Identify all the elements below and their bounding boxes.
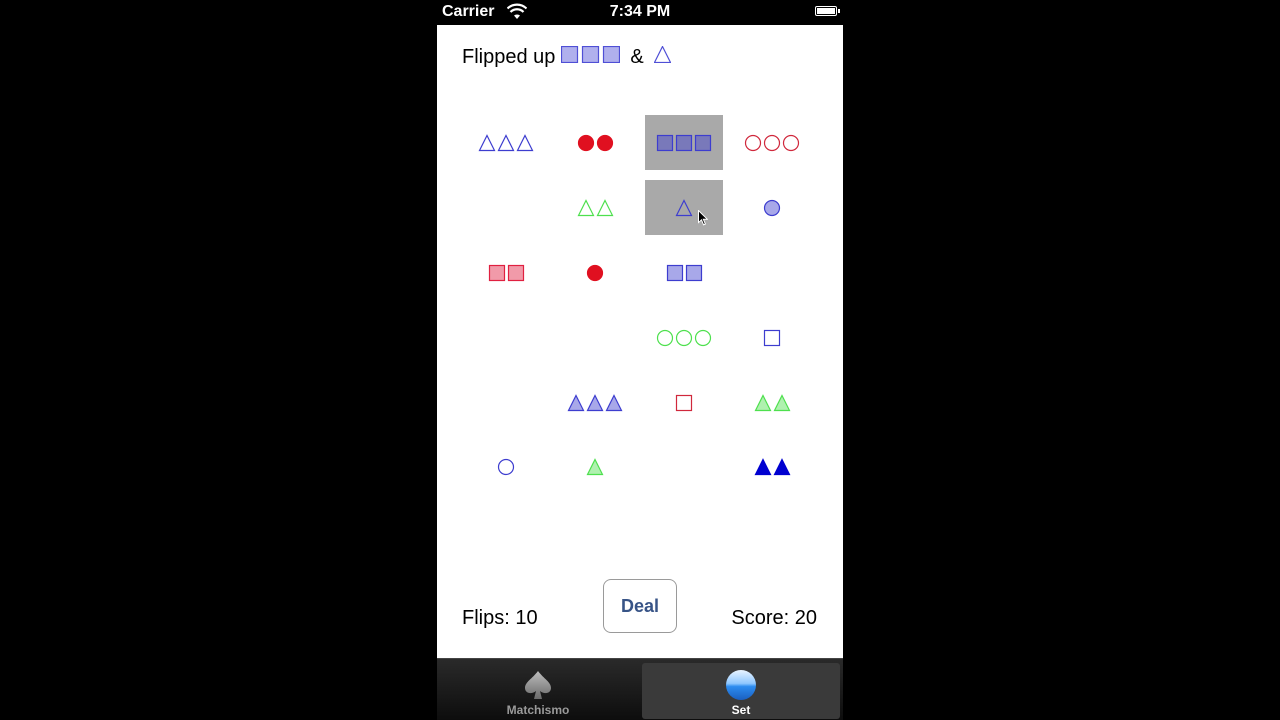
set-card[interactable]: [645, 245, 723, 300]
triangle-symbols: [567, 393, 623, 411]
circle-symbol: [782, 134, 800, 151]
square-symbol: [694, 134, 712, 151]
circle-symbol: [763, 199, 781, 216]
triangle-symbols: [754, 393, 790, 411]
circle-symbols: [744, 134, 800, 151]
status-bar: Carrier 7:34 PM: [437, 0, 843, 24]
tab-matchismo[interactable]: Matchismo: [439, 663, 637, 719]
triangle-symbols: [675, 198, 693, 216]
circle-symbol: [577, 134, 594, 151]
circle-symbol: [586, 264, 604, 281]
set-card[interactable]: [556, 180, 634, 235]
triangle-symbol: [675, 198, 693, 216]
tab-label: Set: [731, 703, 751, 717]
tab-bar: Matchismo Set: [437, 658, 843, 720]
circle-symbols: [656, 329, 712, 346]
triangle-symbol: [754, 457, 771, 475]
triangle-symbol: [605, 393, 623, 411]
battery-icon: [815, 6, 840, 16]
set-game-view: Flipped up & Flips: 10 Deal Score: 20: [437, 25, 843, 658]
triangle-symbol: [516, 133, 534, 151]
set-card[interactable]: [467, 115, 545, 170]
triangle-symbols: [586, 457, 604, 475]
triangle-symbol: [596, 198, 613, 216]
set-card[interactable]: [733, 439, 811, 494]
square-symbol: [685, 264, 702, 281]
square-symbol: [488, 264, 505, 281]
set-card[interactable]: [556, 245, 634, 300]
set-card[interactable]: [733, 310, 811, 365]
triangle-symbol: [754, 393, 771, 411]
tab-set[interactable]: Set: [642, 663, 840, 719]
square-symbols: [656, 134, 712, 151]
circle-symbols: [586, 264, 604, 281]
score-label: Score: 20: [731, 607, 817, 629]
triangle-symbols: [478, 133, 534, 151]
deal-button[interactable]: Deal: [603, 579, 677, 633]
triangle-symbols: [577, 198, 613, 216]
square-symbol: [666, 264, 683, 281]
square-symbols: [488, 264, 524, 281]
triangle-symbol: [773, 393, 790, 411]
circle-symbols: [497, 458, 515, 475]
circle-symbol: [596, 134, 613, 151]
square-symbol: [763, 329, 781, 346]
set-card[interactable]: [733, 375, 811, 430]
circle-symbol: [763, 134, 781, 151]
spade-icon: [525, 671, 551, 699]
set-card[interactable]: [467, 245, 545, 300]
set-card[interactable]: [645, 375, 723, 430]
triangle-symbol: [478, 133, 496, 151]
triangle-symbol: [586, 457, 604, 475]
set-card[interactable]: [467, 439, 545, 494]
circle-symbols: [763, 199, 781, 216]
set-card[interactable]: [556, 439, 634, 494]
triangle-symbol: [567, 393, 585, 411]
set-icon: [726, 670, 756, 700]
set-card[interactable]: [645, 115, 723, 170]
triangle-symbol: [586, 393, 604, 411]
square-symbol: [675, 394, 693, 411]
tab-label: Matchismo: [506, 703, 570, 717]
set-card[interactable]: [733, 180, 811, 235]
circle-symbol: [497, 458, 515, 475]
set-card[interactable]: [733, 115, 811, 170]
set-card[interactable]: [645, 310, 723, 365]
circle-symbol: [656, 329, 674, 346]
set-card[interactable]: [556, 115, 634, 170]
triangle-symbol: [773, 457, 790, 475]
circle-symbol: [744, 134, 762, 151]
mouse-cursor-icon: [698, 210, 708, 226]
triangle-symbol: [497, 133, 515, 151]
square-symbols: [763, 329, 781, 346]
square-symbols: [675, 394, 693, 411]
triangle-symbol: [577, 198, 594, 216]
circle-symbols: [577, 134, 613, 151]
set-card[interactable]: [645, 180, 723, 235]
square-symbol: [656, 134, 674, 151]
phone-screen: Carrier 7:34 PM Flipped up & Flips: 10 D…: [437, 0, 843, 720]
card-grid: [437, 25, 843, 545]
status-time: 7:34 PM: [609, 3, 671, 20]
square-symbol: [675, 134, 693, 151]
triangle-symbols: [754, 457, 790, 475]
square-symbols: [666, 264, 702, 281]
square-symbol: [507, 264, 524, 281]
flips-count-label: Flips: 10: [462, 607, 538, 629]
set-card[interactable]: [556, 375, 634, 430]
circle-symbol: [675, 329, 693, 346]
circle-symbol: [694, 329, 712, 346]
